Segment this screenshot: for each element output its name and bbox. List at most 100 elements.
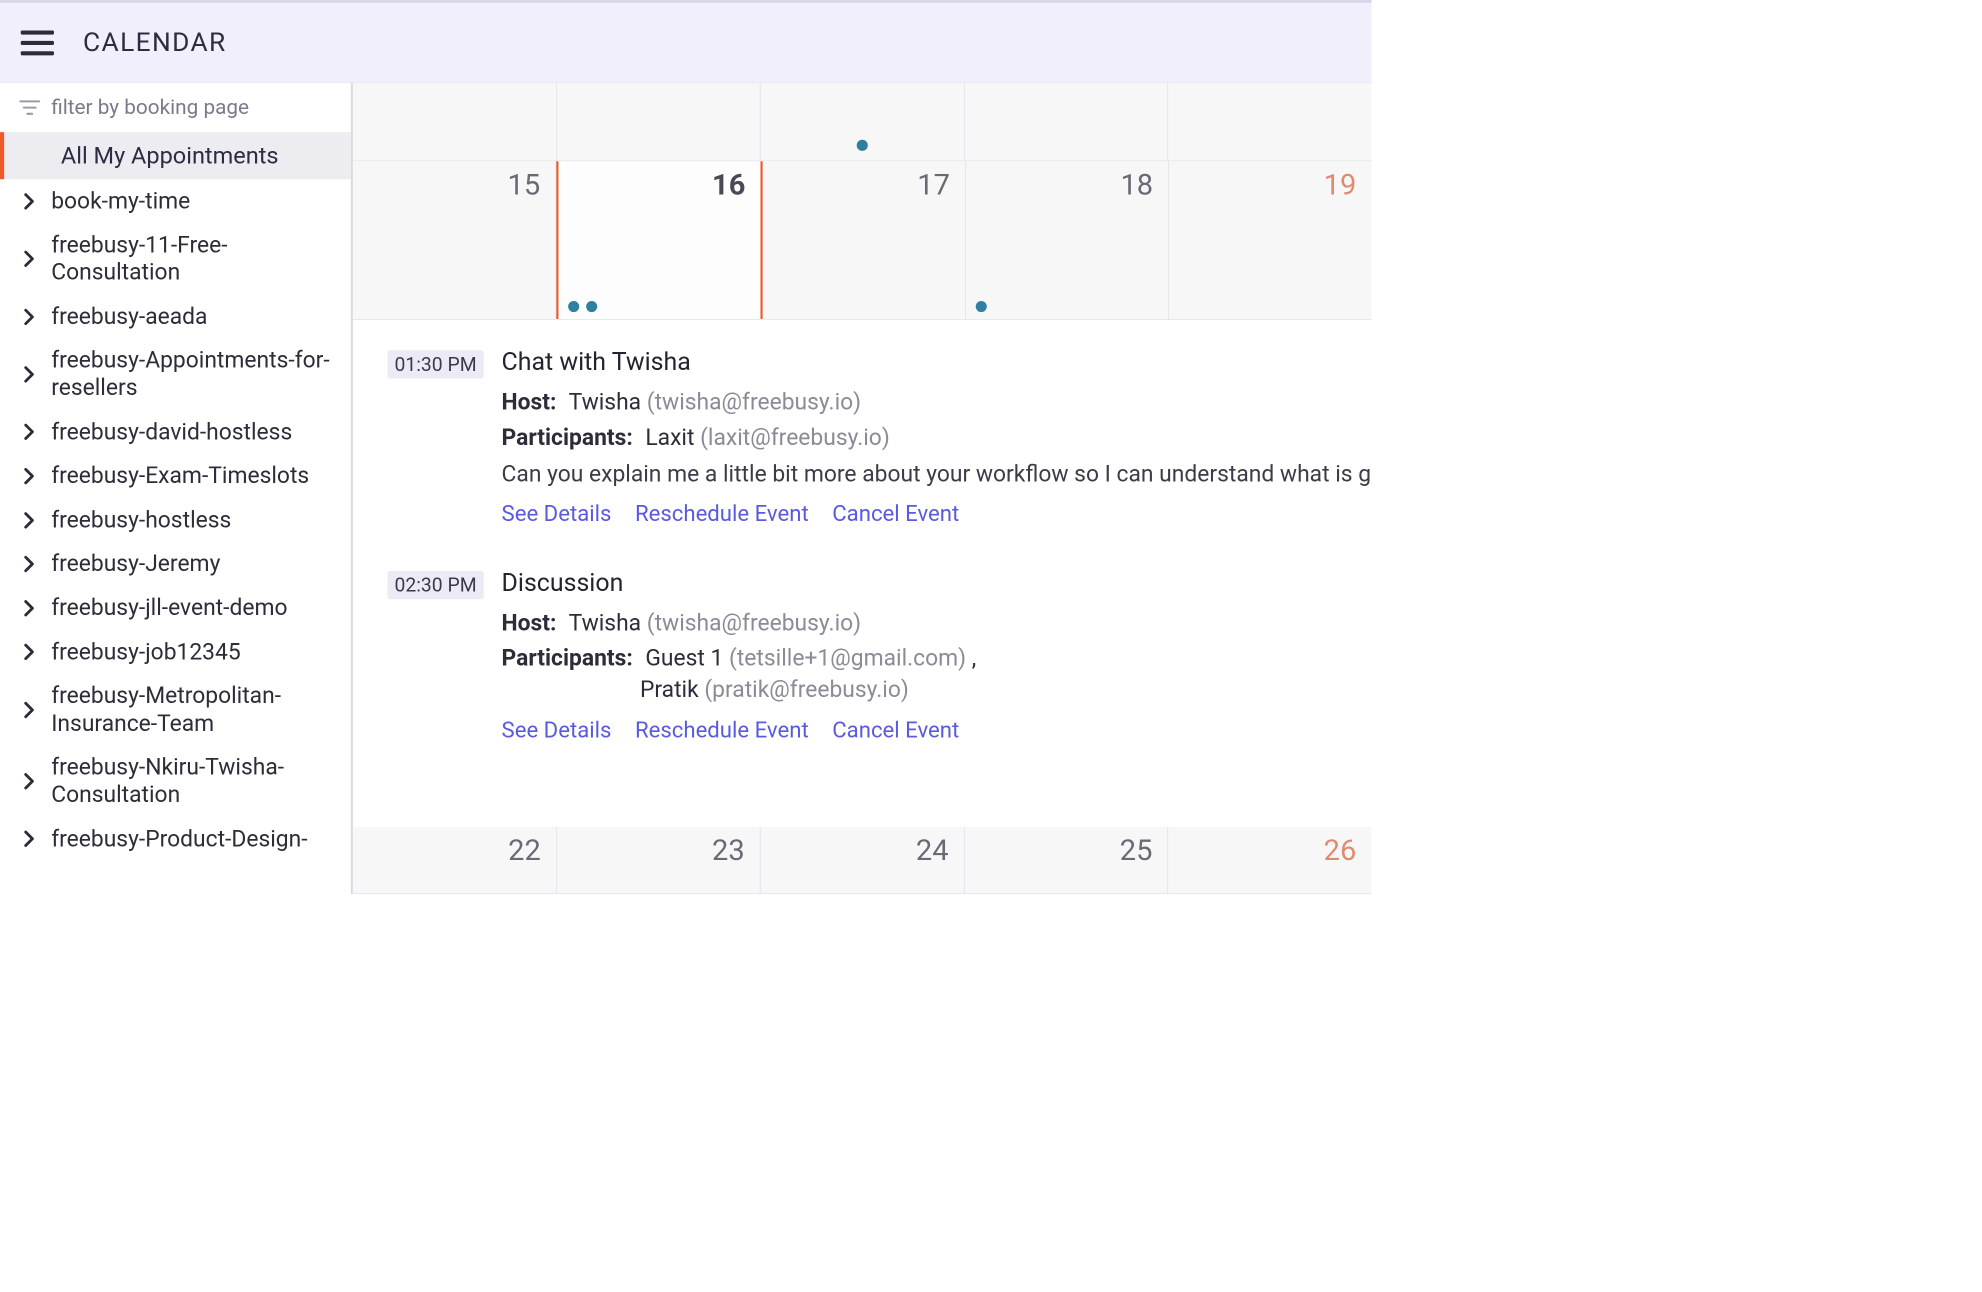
event-dots bbox=[976, 301, 987, 312]
top-bar: CALENDAR bbox=[0, 0, 1372, 83]
sidebar-item-12[interactable]: freebusy-Product-Design- bbox=[0, 817, 351, 861]
calendar-cell-26[interactable]: 26 bbox=[1168, 827, 1371, 893]
sidebar-item-label: freebusy-11-Free-Consultation bbox=[51, 232, 337, 287]
participant-name: Guest 1 bbox=[645, 645, 723, 672]
chevron-right-icon bbox=[21, 701, 38, 719]
chevron-right-icon bbox=[21, 250, 38, 268]
participant-email: (laxit@freebusy.io) bbox=[700, 424, 890, 451]
sidebar-active-label: All My Appointments bbox=[61, 142, 279, 170]
calendar-cell-17[interactable]: 17 bbox=[763, 161, 966, 319]
sidebar-item-label: freebusy-hostless bbox=[51, 506, 337, 533]
sidebar-item-label: freebusy-Nkiru-Twisha-Consultation bbox=[51, 754, 337, 809]
sidebar-item-label: freebusy-Jeremy bbox=[51, 550, 337, 577]
participants-label: Participants: bbox=[502, 424, 633, 451]
chevron-right-icon bbox=[21, 423, 38, 441]
event-participants-line: Participants: Laxit (laxit@freebusy.io) bbox=[502, 424, 1372, 451]
calendar-cell-prev-4[interactable] bbox=[1168, 83, 1371, 161]
sidebar-item-label: freebusy-job12345 bbox=[51, 638, 337, 665]
host-name: Twisha bbox=[569, 610, 641, 637]
event-time-badge: 01:30 PM bbox=[388, 350, 484, 378]
chevron-right-icon bbox=[21, 599, 38, 617]
events-list: 01:30 PM Chat with Twisha Host: Twisha (tw… bbox=[353, 320, 1372, 827]
event-participants-line: Participants: Guest 1 (tetsille+1@gmail.… bbox=[502, 645, 1372, 672]
calendar-row-main: 15 16 17 18 19 bbox=[353, 161, 1372, 319]
calendar-row-prev bbox=[353, 83, 1372, 161]
sidebar-item-label: freebusy-aeada bbox=[51, 303, 337, 330]
chevron-right-icon bbox=[21, 772, 38, 790]
sidebar-item-4[interactable]: freebusy-david-hostless bbox=[0, 410, 351, 454]
event-dot-icon bbox=[976, 301, 987, 312]
event-dot-icon bbox=[857, 140, 868, 151]
calendar-cell-prev-0[interactable] bbox=[353, 83, 557, 161]
participants-label: Participants: bbox=[502, 645, 633, 672]
event-time-badge: 02:30 PM bbox=[388, 571, 484, 599]
sidebar-item-label: freebusy-Appointments-for-resellers bbox=[51, 347, 337, 402]
chevron-right-icon bbox=[21, 830, 38, 848]
sidebar-item-9[interactable]: freebusy-job12345 bbox=[0, 630, 351, 674]
calendar-day-number: 25 bbox=[1120, 834, 1153, 868]
participant-name: Pratik bbox=[640, 676, 699, 703]
event-host-line: Host: Twisha (twisha@freebusy.io) bbox=[502, 389, 1372, 416]
event-title: Chat with Twisha bbox=[502, 347, 1372, 376]
calendar-cell-18[interactable]: 18 bbox=[966, 161, 1169, 319]
calendar-cell-15[interactable]: 15 bbox=[353, 161, 556, 319]
sidebar-item-0[interactable]: book-my-time bbox=[0, 179, 351, 223]
chevron-right-icon bbox=[21, 192, 38, 210]
chevron-right-icon bbox=[21, 511, 38, 529]
calendar-day-number: 22 bbox=[508, 834, 541, 868]
sidebar-active-item[interactable]: All My Appointments bbox=[0, 132, 351, 179]
see-details-link[interactable]: See Details bbox=[502, 500, 612, 526]
calendar-row-next: 22 23 24 25 26 bbox=[353, 827, 1372, 894]
chevron-right-icon bbox=[21, 555, 38, 573]
cancel-link[interactable]: Cancel Event bbox=[832, 500, 959, 526]
sidebar-item-8[interactable]: freebusy-jll-event-demo bbox=[0, 586, 351, 630]
reschedule-link[interactable]: Reschedule Event bbox=[635, 717, 809, 743]
calendar-cell-prev-3[interactable] bbox=[964, 83, 1168, 161]
sidebar-item-2[interactable]: freebusy-aeada bbox=[0, 295, 351, 339]
main-panel: 15 16 17 18 19 01:30 PM Chat with Twisha Host:… bbox=[353, 83, 1372, 894]
participant-name: Laxit bbox=[645, 424, 694, 451]
calendar-day-number: 23 bbox=[712, 834, 745, 868]
event-body: Chat with Twisha Host: Twisha (twisha@fre… bbox=[502, 347, 1372, 526]
calendar-day-number: 26 bbox=[1324, 834, 1357, 868]
sidebar-item-11[interactable]: freebusy-Nkiru-Twisha-Consultation bbox=[0, 746, 351, 817]
calendar-cell-25[interactable]: 25 bbox=[964, 827, 1168, 893]
event-body: DiscussionHost: Twisha (twisha@freebusy.… bbox=[502, 568, 1372, 743]
calendar-cell-22[interactable]: 22 bbox=[353, 827, 557, 893]
participant-email: (tetsille+1@gmail.com) bbox=[729, 645, 966, 672]
sidebar-item-6[interactable]: freebusy-hostless bbox=[0, 498, 351, 542]
sidebar-item-label: freebusy-david-hostless bbox=[51, 418, 337, 445]
event-actions: See Details Reschedule Event Cancel Event bbox=[502, 500, 1372, 526]
calendar-cell-19[interactable]: 19 bbox=[1169, 161, 1371, 319]
participant-email: (pratik@freebusy.io) bbox=[704, 676, 909, 703]
page-title: CALENDAR bbox=[83, 27, 227, 57]
calendar-day-number: 16 bbox=[712, 168, 745, 202]
event-participant-extra: Pratik (pratik@freebusy.io) bbox=[502, 676, 1372, 703]
calendar-day-number: 17 bbox=[917, 168, 950, 202]
calendar-cell-23[interactable]: 23 bbox=[557, 827, 761, 893]
host-email: (twisha@freebusy.io) bbox=[647, 389, 861, 416]
chevron-right-icon bbox=[21, 308, 38, 326]
calendar-cell-16[interactable]: 16 bbox=[556, 161, 763, 319]
sidebar-item-1[interactable]: freebusy-11-Free-Consultation bbox=[0, 223, 351, 294]
chevron-right-icon bbox=[21, 365, 38, 383]
calendar-day-number: 19 bbox=[1324, 168, 1357, 202]
hamburger-menu-icon[interactable] bbox=[21, 25, 56, 60]
sidebar-item-10[interactable]: freebusy-Metropolitan-Insurance-Team bbox=[0, 674, 351, 745]
sidebar-item-3[interactable]: freebusy-Appointments-for-resellers bbox=[0, 339, 351, 410]
calendar-cell-24[interactable]: 24 bbox=[761, 827, 965, 893]
sidebar-item-label: freebusy-jll-event-demo bbox=[51, 594, 337, 621]
reschedule-link[interactable]: Reschedule Event bbox=[635, 500, 809, 526]
calendar-cell-prev-1[interactable] bbox=[557, 83, 761, 161]
event-host-line: Host: Twisha (twisha@freebusy.io) bbox=[502, 610, 1372, 637]
sidebar-item-label: freebusy-Metropolitan-Insurance-Team bbox=[51, 682, 337, 737]
calendar-cell-prev-2[interactable] bbox=[761, 83, 965, 161]
sidebar-item-label: freebusy-Product-Design- bbox=[51, 825, 337, 852]
sidebar-item-7[interactable]: freebusy-Jeremy bbox=[0, 542, 351, 586]
see-details-link[interactable]: See Details bbox=[502, 717, 612, 743]
event-actions: See Details Reschedule Event Cancel Event bbox=[502, 717, 1372, 743]
cancel-link[interactable]: Cancel Event bbox=[832, 717, 959, 743]
filter-row[interactable]: filter by booking page bbox=[0, 83, 351, 132]
sidebar-item-5[interactable]: freebusy-Exam-Timeslots bbox=[0, 454, 351, 498]
event-dot-icon bbox=[586, 301, 597, 312]
